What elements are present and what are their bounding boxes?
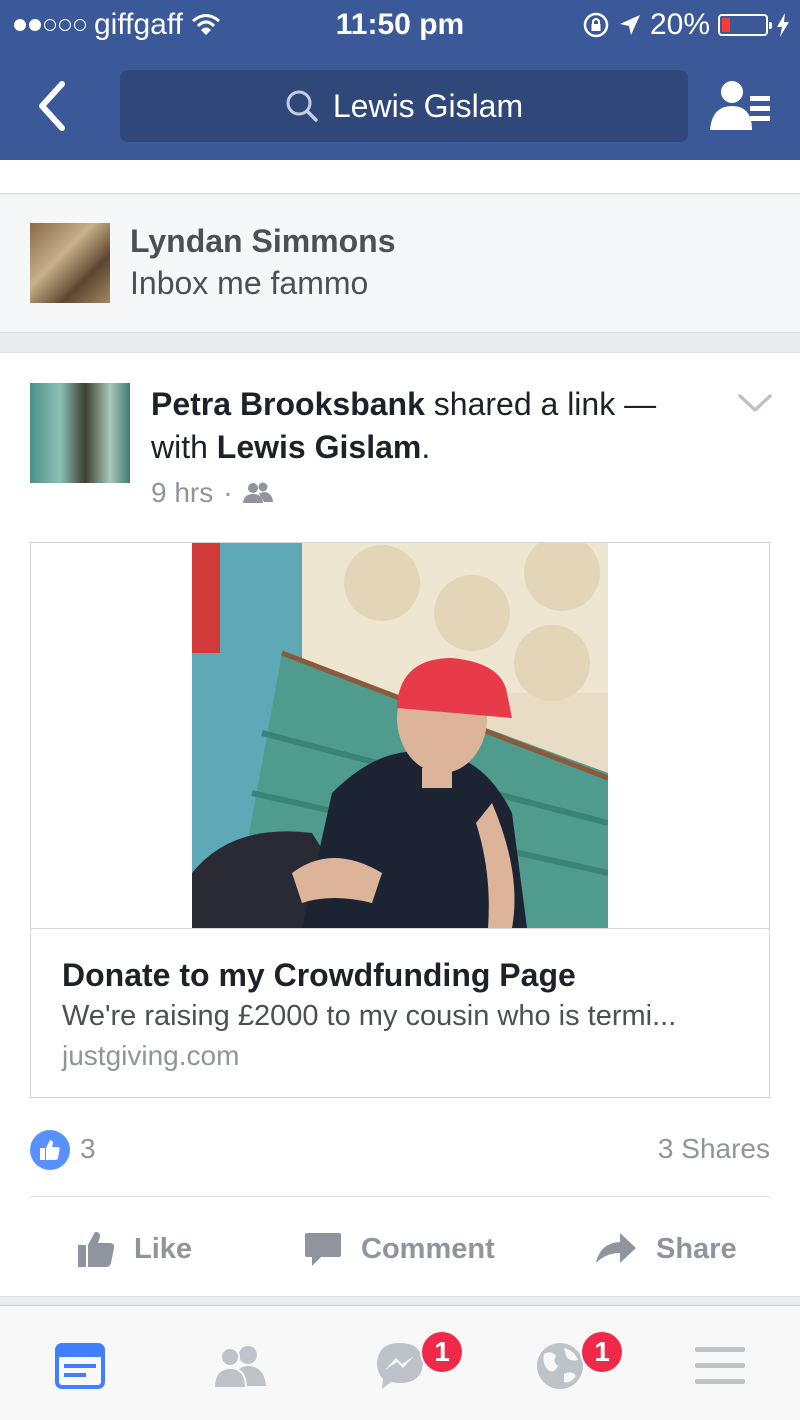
chevron-down-icon xyxy=(738,394,772,412)
meta-separator: · xyxy=(223,477,233,508)
tab-news-feed[interactable] xyxy=(45,1336,115,1396)
share-label: Share xyxy=(656,1232,737,1265)
back-button[interactable] xyxy=(30,78,80,134)
link-details[interactable]: Donate to my Crowdfunding Page We're rai… xyxy=(31,928,769,1097)
notifications-badge: 1 xyxy=(580,1330,624,1374)
post-actions: Like Comment Share xyxy=(0,1201,800,1297)
link-preview-image[interactable] xyxy=(192,543,608,928)
messenger-badge: 1 xyxy=(420,1330,464,1374)
link-title[interactable]: Donate to my Crowdfunding Page xyxy=(62,957,576,994)
tab-menu[interactable] xyxy=(685,1336,755,1396)
post-header: Petra Brooksbank shared a link — with Le… xyxy=(151,383,721,469)
rotation-lock-icon xyxy=(583,12,609,38)
like-button[interactable]: Like xyxy=(76,1219,192,1279)
share-button[interactable]: Share xyxy=(594,1219,737,1279)
comment-author-avatar[interactable] xyxy=(30,223,110,303)
post-author-avatar[interactable] xyxy=(30,383,130,483)
comment-text: Inbox me fammo xyxy=(130,265,369,301)
location-arrow-icon xyxy=(619,15,640,35)
status-bar: giffgaff 11:50 pm 20% xyxy=(0,0,800,52)
share-arrow-icon xyxy=(596,1233,636,1263)
post-options-button[interactable] xyxy=(736,391,774,415)
thumbs-up-icon xyxy=(78,1231,115,1267)
action-divider xyxy=(30,1196,770,1197)
top-header: giffgaff 11:50 pm 20% Lewis Gislam xyxy=(0,0,800,160)
friends-audience-icon[interactable] xyxy=(242,481,273,505)
search-field[interactable]: Lewis Gislam xyxy=(120,70,688,142)
charging-bolt-icon xyxy=(777,13,789,37)
friend-requests-icon xyxy=(212,1346,266,1388)
comment-author-name[interactable]: Lyndan Simmons xyxy=(130,223,396,260)
like-reaction-icon[interactable] xyxy=(30,1130,70,1170)
search-query: Lewis Gislam xyxy=(332,87,524,124)
messenger-icon xyxy=(377,1343,423,1389)
post-time[interactable]: 9 hrs xyxy=(151,477,213,509)
like-label: Like xyxy=(134,1232,193,1265)
post-author-name[interactable]: Petra Brooksbank xyxy=(151,386,425,422)
feed-post: Petra Brooksbank shared a link — with Le… xyxy=(0,352,800,1297)
battery-icon xyxy=(718,14,772,36)
search-icon xyxy=(286,90,318,122)
reactions-summary: 3 3 Shares xyxy=(30,1121,770,1181)
comment-button[interactable]: Comment xyxy=(303,1219,495,1279)
battery-percent: 20% xyxy=(649,8,710,41)
post-meta: 9 hrs · xyxy=(151,477,273,509)
comment-card[interactable]: Lyndan Simmons Inbox me fammo xyxy=(0,195,800,333)
thumbs-up-icon xyxy=(40,1140,60,1160)
tab-friend-requests[interactable] xyxy=(205,1336,275,1396)
comment-bubble-icon xyxy=(305,1233,341,1266)
friends-list-icon xyxy=(710,81,770,130)
comment-label: Comment xyxy=(361,1232,495,1265)
share-count[interactable]: 3 Shares xyxy=(658,1133,770,1165)
bottom-tab-bar: 1 1 xyxy=(0,1305,800,1420)
nav-row: Lewis Gislam xyxy=(0,68,800,144)
notifications-globe-icon xyxy=(537,1343,583,1389)
news-feed[interactable]: Lyndan Simmons Inbox me fammo Petra Broo… xyxy=(0,160,800,1305)
shared-link-card[interactable]: Donate to my Crowdfunding Page We're rai… xyxy=(30,542,770,1098)
news-feed-icon xyxy=(55,1343,105,1389)
link-domain: justgiving.com xyxy=(62,1040,240,1071)
post-header-suffix: . xyxy=(421,429,431,465)
back-chevron-icon xyxy=(39,81,65,131)
menu-icon xyxy=(695,1347,745,1384)
status-indicators: 20% xyxy=(582,8,790,42)
tagged-friend-name[interactable]: Lewis Gislam xyxy=(217,429,422,465)
friends-list-button[interactable] xyxy=(710,80,772,132)
link-description: We're raising £2000 to my cousin who is … xyxy=(62,1000,677,1032)
like-count[interactable]: 3 xyxy=(80,1133,96,1165)
previous-post-edge xyxy=(0,160,800,194)
